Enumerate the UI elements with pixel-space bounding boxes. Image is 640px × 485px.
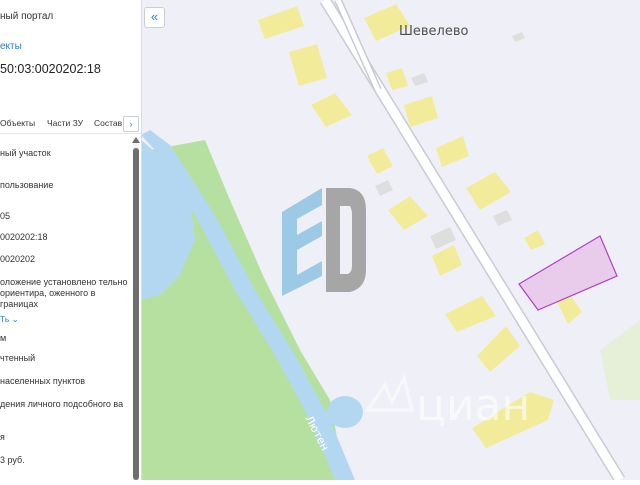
map-canvas[interactable]: Шевелево циан Лютен bbox=[141, 0, 640, 484]
field-cadastral: 0020202:18 bbox=[0, 232, 48, 242]
field-type: ный участок bbox=[0, 148, 51, 158]
objects-link[interactable]: екты bbox=[0, 41, 22, 52]
cian-watermark: циан bbox=[416, 380, 530, 431]
scroll-up-arrow-icon[interactable] bbox=[132, 137, 140, 143]
field-date: 05 bbox=[0, 211, 11, 221]
tab-objects[interactable]: Объекты bbox=[0, 118, 35, 128]
info-panel: ный портал екты 50:03:0020202:18 Объекты… bbox=[0, 0, 142, 480]
field-location: оложение установлено тельно ориентира, о… bbox=[0, 277, 128, 309]
small-pond bbox=[327, 396, 363, 428]
tab-parts[interactable]: Части ЗУ bbox=[47, 118, 83, 128]
field-unit: м bbox=[0, 333, 7, 343]
show-more-link[interactable]: Ть ⌄ bbox=[0, 314, 128, 325]
tab-composition[interactable]: Состав bbox=[94, 118, 122, 128]
field-permitted-use: дения личного подсобного ва bbox=[0, 399, 124, 409]
field-category: населенных пунктов bbox=[0, 376, 86, 386]
portal-title: ный портал bbox=[0, 11, 54, 22]
scrollbar-thumb[interactable] bbox=[133, 148, 139, 480]
collapse-panel-button[interactable]: « bbox=[144, 7, 165, 28]
cadastral-map[interactable]: Шевелево циан Лютен bbox=[141, 0, 640, 484]
field-cost: 3 руб. bbox=[0, 455, 25, 465]
field-status: чтенный bbox=[0, 353, 36, 363]
field-usage: пользование bbox=[0, 180, 54, 190]
village-label: Шевелево bbox=[399, 24, 469, 39]
field-quarter: 0020202 bbox=[0, 254, 36, 264]
field-form: я bbox=[0, 432, 5, 442]
tab-bar: Объекты Части ЗУ Состав › bbox=[0, 115, 141, 134]
cadastral-number: 50:03:0020202:18 bbox=[0, 62, 101, 76]
tabs-next-button[interactable]: › bbox=[123, 116, 139, 132]
